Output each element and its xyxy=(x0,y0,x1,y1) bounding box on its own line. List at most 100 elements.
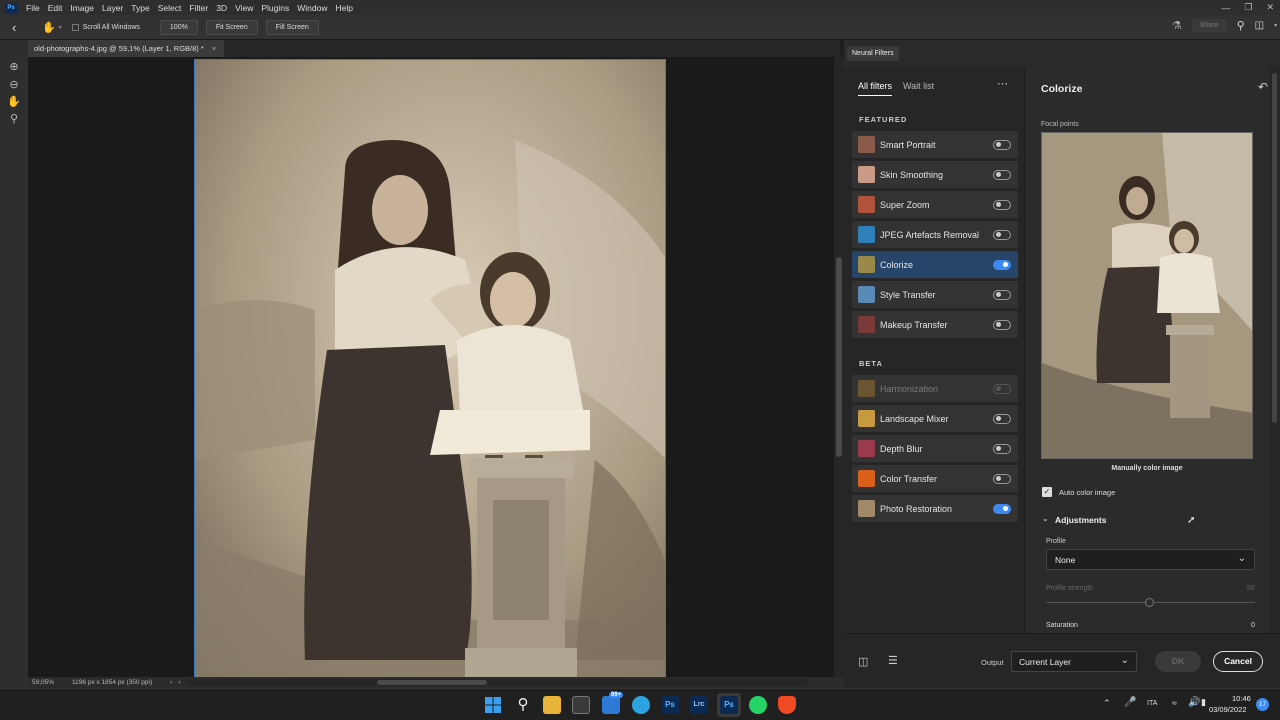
menu-view[interactable]: View xyxy=(231,3,257,13)
lightroom-classic-icon[interactable]: Lrc xyxy=(690,696,708,714)
filter-item-colorize[interactable]: Colorize xyxy=(852,251,1018,278)
fill-screen-button[interactable]: Fill Screen xyxy=(265,19,319,35)
manual-color-link[interactable]: Manually color image xyxy=(1041,465,1253,472)
menu-layer[interactable]: Layer xyxy=(98,3,127,13)
clock-date[interactable]: 03/09/2022 xyxy=(1209,705,1247,714)
tool-dropdown-icon[interactable]: ▾ xyxy=(59,24,62,31)
close-tab-icon[interactable]: × xyxy=(212,44,216,53)
store-icon[interactable] xyxy=(572,696,590,714)
filter-toggle-color-transfer[interactable] xyxy=(993,473,1011,484)
language-indicator[interactable]: ITA xyxy=(1147,700,1157,707)
document-tab[interactable]: old-photographs-4.jpg @ 59,1% (Layer 1, … xyxy=(28,40,224,57)
magnifier-icon[interactable]: ⚲ xyxy=(7,112,21,126)
zoom-out-icon[interactable]: ⊖ xyxy=(7,78,21,92)
profile-strength-slider[interactable] xyxy=(1145,598,1154,607)
filter-item-smart-portrait[interactable]: Smart Portrait xyxy=(852,131,1018,158)
tab-all-filters[interactable]: All filters xyxy=(858,81,892,91)
filter-item-depth-blur[interactable]: Depth Blur xyxy=(852,435,1018,462)
menu-window[interactable]: Window xyxy=(293,3,331,13)
filter-toggle-depth-blur[interactable] xyxy=(993,443,1011,454)
menu-select[interactable]: Select xyxy=(154,3,186,13)
horizontal-scroll-thumb[interactable] xyxy=(376,680,487,685)
photoshop-taskbar-icon[interactable]: Ps xyxy=(661,696,679,714)
fit-screen-button[interactable]: Fit Screen xyxy=(205,19,258,35)
more-options-icon[interactable]: ⋯ xyxy=(997,77,1008,90)
filter-toggle-colorize[interactable] xyxy=(993,259,1011,270)
photoshop-active-icon[interactable]: Ps xyxy=(720,696,738,714)
canvas-vertical-scrollbar[interactable] xyxy=(834,57,844,677)
auto-color-checkbox[interactable]: ✓ xyxy=(1042,487,1052,497)
compare-icon[interactable]: ◫ xyxy=(858,655,868,668)
filter-toggle-photo-restoration[interactable] xyxy=(993,503,1011,514)
filter-item-super-zoom[interactable]: Super Zoom xyxy=(852,191,1018,218)
settings-scrollbar[interactable] xyxy=(1269,67,1280,633)
microphone-icon[interactable]: 🎤 xyxy=(1124,697,1136,708)
workspace-icon[interactable]: ◫ xyxy=(1255,20,1264,31)
reset-icon[interactable]: ↶ xyxy=(1258,80,1268,94)
minimize-icon[interactable]: — xyxy=(1221,3,1230,13)
filter-toggle-smart-portrait[interactable] xyxy=(993,139,1011,150)
photo-image[interactable] xyxy=(194,59,666,677)
canvas-area[interactable] xyxy=(28,57,834,677)
hand-tool-icon[interactable]: ✋ xyxy=(42,21,56,34)
focal-preview-image[interactable] xyxy=(1041,132,1253,459)
zoom-level[interactable]: 59,05% xyxy=(32,679,54,686)
filter-item-harmonization[interactable]: Harmonization xyxy=(852,375,1018,402)
mail-icon[interactable] xyxy=(602,696,620,714)
brave-browser-icon[interactable] xyxy=(778,696,796,714)
canvas-horizontal-scrollbar[interactable] xyxy=(186,679,807,686)
filter-item-style-transfer[interactable]: Style Transfer xyxy=(852,281,1018,308)
filter-item-makeup-transfer[interactable]: Makeup Transfer xyxy=(852,311,1018,338)
filter-item-jpeg-artefacts-removal[interactable]: JPEG Artefacts Removal xyxy=(852,221,1018,248)
notification-badge[interactable]: 17 xyxy=(1256,698,1269,711)
filter-toggle-style-transfer[interactable] xyxy=(993,289,1011,300)
tray-chevron-up-icon[interactable]: ⌃ xyxy=(1103,698,1111,709)
filter-item-color-transfer[interactable]: Color Transfer xyxy=(852,465,1018,492)
filter-item-skin-smoothing[interactable]: Skin Smoothing xyxy=(852,161,1018,188)
beaker-icon[interactable]: ⚗ xyxy=(1172,19,1182,32)
filter-item-photo-restoration[interactable]: Photo Restoration xyxy=(852,495,1018,522)
adjustments-header[interactable]: Adjustments xyxy=(1055,515,1106,525)
filter-toggle-landscape-mixer[interactable] xyxy=(993,413,1011,424)
menu-filter[interactable]: Filter xyxy=(185,3,212,13)
zoom-100-button[interactable]: 100% xyxy=(159,19,198,35)
battery-icon[interactable]: ▮ xyxy=(1201,697,1206,708)
output-select[interactable]: Current Layer ⌄ xyxy=(1011,651,1137,672)
close-window-icon[interactable]: ✕ xyxy=(1266,2,1274,13)
wifi-icon[interactable]: ≈ xyxy=(1172,698,1177,708)
menu-file[interactable]: File xyxy=(22,3,44,13)
share-button[interactable]: Share xyxy=(1191,19,1227,32)
whatsapp-icon[interactable] xyxy=(749,696,767,714)
search-icon[interactable]: ⚲ xyxy=(1237,19,1245,32)
restore-icon[interactable]: ❐ xyxy=(1244,2,1252,13)
volume-icon[interactable]: 🔊 xyxy=(1188,697,1200,708)
clock-time[interactable]: 10:46 xyxy=(1232,694,1251,703)
filter-toggle-jpeg-artefacts-removal[interactable] xyxy=(993,229,1011,240)
filter-toggle-skin-smoothing[interactable] xyxy=(993,169,1011,180)
telegram-icon[interactable] xyxy=(632,696,650,714)
chevron-down-icon[interactable]: ⌄ xyxy=(1042,514,1049,523)
menu-3d[interactable]: 3D xyxy=(212,3,231,13)
canvas-scroll-thumb[interactable] xyxy=(836,257,842,457)
file-explorer-icon[interactable] xyxy=(543,696,561,714)
menu-image[interactable]: Image xyxy=(66,3,98,13)
workspace-dropdown-icon[interactable]: ▾ xyxy=(1274,22,1277,29)
status-left-arrow-icon[interactable]: ‹ xyxy=(178,679,180,686)
filter-item-landscape-mixer[interactable]: Landscape Mixer xyxy=(852,405,1018,432)
zoom-in-icon[interactable]: ⊕ xyxy=(7,60,21,74)
scroll-all-checkbox[interactable] xyxy=(71,23,79,31)
tab-wait-list[interactable]: Wait list xyxy=(903,81,934,91)
filter-toggle-super-zoom[interactable] xyxy=(993,199,1011,210)
windows-start-icon[interactable] xyxy=(484,696,502,714)
hand-icon[interactable]: ✋ xyxy=(7,95,21,109)
menu-edit[interactable]: Edit xyxy=(44,3,67,13)
menu-plugins[interactable]: Plugins xyxy=(257,3,293,13)
cancel-button[interactable]: Cancel xyxy=(1213,651,1263,672)
back-arrow-icon[interactable]: ‹ xyxy=(12,20,28,35)
settings-scroll-thumb[interactable] xyxy=(1272,73,1277,423)
menu-help[interactable]: Help xyxy=(331,3,356,13)
ok-button[interactable]: OK xyxy=(1155,651,1201,672)
filter-toggle-makeup-transfer[interactable] xyxy=(993,319,1011,330)
layers-icon[interactable]: ☰ xyxy=(888,654,898,667)
status-arrow-icon[interactable]: › xyxy=(170,679,172,686)
